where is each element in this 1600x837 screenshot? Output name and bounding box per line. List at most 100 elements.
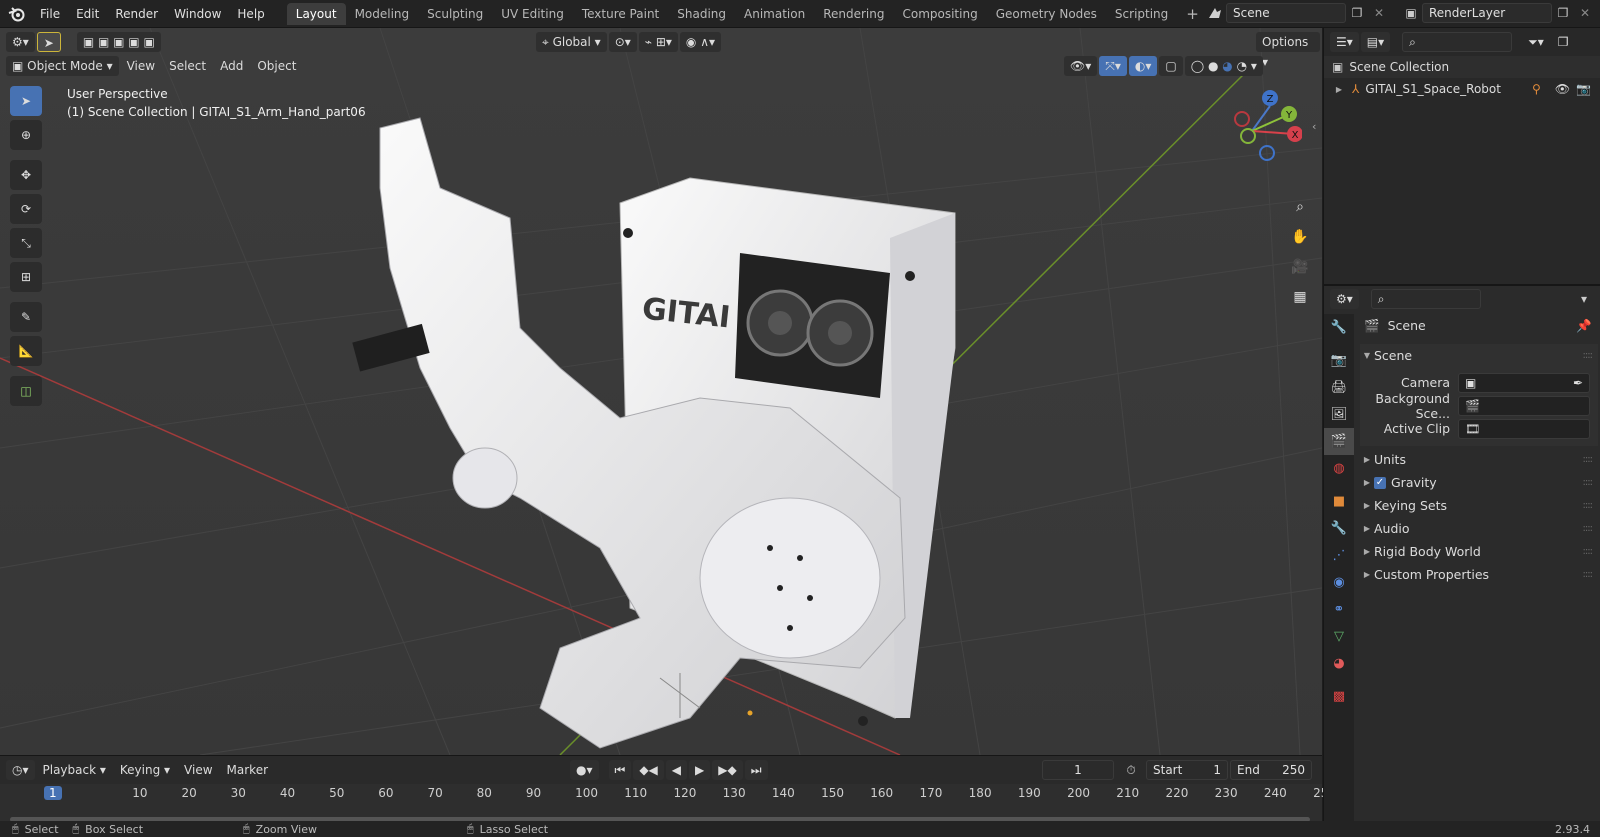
- orthographic-grid-icon[interactable]: ▦: [1286, 283, 1314, 311]
- panel-header-custom-properties[interactable]: ▶ Custom Properties ::::: [1360, 563, 1598, 586]
- jump-keyframe-forward-icon[interactable]: ▶◆: [712, 760, 743, 780]
- display-mode-icon[interactable]: ▤▾: [1360, 32, 1391, 52]
- view-layer-field[interactable]: RenderLayer: [1422, 3, 1552, 23]
- outliner-editor-type-icon[interactable]: ☰▾: [1330, 32, 1359, 52]
- start-frame-field[interactable]: Start 1: [1146, 760, 1228, 780]
- panel-header-keying-sets[interactable]: ▶ Keying Sets ::::: [1360, 494, 1598, 517]
- play-reverse-icon[interactable]: ◀: [665, 760, 688, 780]
- tab-texture-paint[interactable]: Texture Paint: [573, 3, 668, 25]
- new-layer-icon[interactable]: ❐: [1552, 3, 1574, 23]
- menu-file[interactable]: File: [32, 0, 68, 28]
- jump-end-icon[interactable]: ⏭: [744, 760, 768, 780]
- gizmo-toggle-icon[interactable]: ⤧▾: [1099, 56, 1127, 76]
- rotate-tool-icon[interactable]: ⟳: [10, 194, 42, 224]
- gravity-checkbox[interactable]: ✓: [1374, 476, 1386, 489]
- tab-shading[interactable]: Shading: [668, 3, 735, 25]
- constraints-tab-icon[interactable]: ⚭: [1324, 596, 1354, 623]
- jump-keyframe-back-icon[interactable]: ◆◀: [633, 760, 664, 780]
- tab-scripting[interactable]: Scripting: [1106, 3, 1177, 25]
- menu-help[interactable]: Help: [229, 0, 272, 28]
- tab-layout[interactable]: Layout: [286, 2, 346, 25]
- tab-geometry-nodes[interactable]: Geometry Nodes: [987, 3, 1106, 25]
- view-layer-tab-icon[interactable]: 🖼: [1324, 401, 1354, 428]
- properties-editor-type-icon[interactable]: ⚙▾: [1330, 289, 1359, 309]
- transform-tool-icon[interactable]: ⊞: [10, 262, 42, 292]
- editor-type-icon[interactable]: ⚙▾: [6, 32, 35, 52]
- proportional-edit-icon[interactable]: ◉ ∧▾: [679, 32, 721, 52]
- timeline-menu-keying[interactable]: Keying ▾: [114, 760, 176, 780]
- menu-render[interactable]: Render: [107, 0, 166, 28]
- transform-orientation-dropdown[interactable]: ⌖ Global ▾: [536, 32, 607, 52]
- tab-rendering[interactable]: Rendering: [814, 3, 893, 25]
- tab-compositing[interactable]: Compositing: [893, 3, 986, 25]
- preview-range-icon[interactable]: ⏱: [1120, 760, 1142, 780]
- outliner-search-input[interactable]: ⌕: [1402, 32, 1513, 52]
- scale-tool-icon[interactable]: ⤡: [10, 228, 42, 258]
- filter-icon[interactable]: ⏷▾: [1522, 32, 1550, 52]
- new-collection-icon[interactable]: ❐: [1552, 32, 1575, 52]
- visibility-eye-icon[interactable]: 👁: [1555, 82, 1570, 96]
- panel-header-rigid-body-world[interactable]: ▶ Rigid Body World ::::: [1360, 540, 1598, 563]
- render-camera-icon[interactable]: 📷: [1576, 82, 1591, 96]
- annotate-tool-icon[interactable]: ✎: [10, 302, 42, 332]
- zoom-icon[interactable]: ⌕: [1286, 193, 1314, 221]
- timeline-menu-playback[interactable]: Playback ▾: [37, 760, 112, 780]
- drag-handle-icon[interactable]: ::::: [1583, 500, 1594, 511]
- overlay-toggle-icon[interactable]: ◐▾: [1128, 56, 1158, 76]
- render-tab-icon[interactable]: 📷: [1324, 347, 1354, 374]
- active-clip-field[interactable]: 🎞: [1458, 418, 1590, 439]
- 3d-viewport[interactable]: GITAI ⚙▾ ➤ ▣ ▣ ▣ ▣ ▣ ⌖ Global ▾ ⊙▾ ⌁ ⊞▾ …: [0, 28, 1322, 755]
- pivot-point-icon[interactable]: ⊙▾: [608, 32, 637, 52]
- world-tab-icon[interactable]: ◍: [1324, 455, 1354, 482]
- frame-ruler[interactable]: 1 10 20 30 40 50 60 70 80 90 100 110 120 130 140 150 160…: [0, 784, 1336, 822]
- close-icon[interactable]: ✕: [1368, 3, 1390, 23]
- measure-tool-icon[interactable]: 📐: [10, 336, 42, 366]
- camera-view-icon[interactable]: 🎥: [1286, 253, 1314, 281]
- tab-modeling[interactable]: Modeling: [346, 3, 419, 25]
- snap-icon[interactable]: ⌁ ⊞▾: [638, 32, 678, 52]
- navigation-gizmo[interactable]: Z Y X: [1212, 86, 1302, 196]
- panel-header-units[interactable]: ▶ Units ::::: [1360, 448, 1598, 471]
- properties-options-icon[interactable]: ▾: [1573, 289, 1595, 309]
- end-frame-field[interactable]: End 250: [1230, 760, 1312, 780]
- object-data-tab-icon[interactable]: ▽: [1324, 623, 1354, 650]
- xray-icon[interactable]: ▢: [1159, 56, 1183, 76]
- scene-icon[interactable]: [1204, 3, 1226, 23]
- blender-logo-icon[interactable]: [2, 4, 32, 24]
- render-layer-icon[interactable]: ▣: [1400, 3, 1422, 23]
- add-cube-tool-icon[interactable]: ◫: [10, 376, 42, 406]
- properties-search-input[interactable]: ⌕: [1370, 289, 1481, 309]
- scene-tab-icon[interactable]: 🎬: [1324, 428, 1354, 455]
- object-mode-dropdown[interactable]: ▣ Object Mode ▾: [6, 56, 119, 76]
- move-tool-icon[interactable]: ✥: [10, 160, 42, 190]
- shading-mode-icons[interactable]: ◯ ● ◕ ◔ ▾: [1184, 56, 1263, 76]
- options-dropdown[interactable]: Options ▾: [1256, 32, 1320, 69]
- remove-layer-icon[interactable]: ✕: [1574, 3, 1596, 23]
- eyedropper-icon[interactable]: ✒: [1573, 374, 1583, 392]
- viewport-menu-object[interactable]: Object: [251, 56, 302, 76]
- select-box-tool-icon[interactable]: ➤: [10, 86, 42, 116]
- panel-header-scene[interactable]: ▼ Scene ::::: [1360, 344, 1598, 367]
- physics-tab-icon[interactable]: ◉: [1324, 569, 1354, 596]
- scene-name-field[interactable]: Scene: [1226, 3, 1346, 23]
- drag-handle-icon[interactable]: ::::: [1583, 546, 1594, 557]
- scene-collection-row[interactable]: ▣ Scene Collection: [1324, 56, 1600, 78]
- outliner-item-robot[interactable]: ▶ ⅄ GITAI_S1_Space_Robot ⚲ 👁 📷: [1324, 78, 1600, 100]
- drag-handle-icon[interactable]: ::::: [1583, 454, 1594, 465]
- tool-tab-icon[interactable]: 🔧: [1324, 314, 1354, 341]
- drag-handle-icon[interactable]: ::::: [1583, 477, 1594, 488]
- selection-mode-icons[interactable]: ▣ ▣ ▣ ▣ ▣: [76, 32, 161, 52]
- particles-tab-icon[interactable]: ⋰: [1324, 542, 1354, 569]
- cursor-tool-icon[interactable]: ⊕: [10, 120, 42, 150]
- drag-handle-icon[interactable]: ::::: [1583, 350, 1594, 361]
- select-mode-icon[interactable]: ➤: [36, 32, 61, 52]
- texture-tab-icon[interactable]: ▩: [1324, 683, 1354, 710]
- viewport-menu-select[interactable]: Select: [163, 56, 212, 76]
- visibility-icon[interactable]: 👁▾: [1064, 56, 1098, 76]
- tab-animation[interactable]: Animation: [735, 3, 814, 25]
- pan-hand-icon[interactable]: ✋: [1286, 223, 1314, 251]
- tab-sculpting[interactable]: Sculpting: [418, 3, 492, 25]
- panel-header-audio[interactable]: ▶ Audio ::::: [1360, 517, 1598, 540]
- current-frame-field[interactable]: 1: [1042, 760, 1114, 780]
- object-tab-icon[interactable]: ■: [1324, 488, 1354, 515]
